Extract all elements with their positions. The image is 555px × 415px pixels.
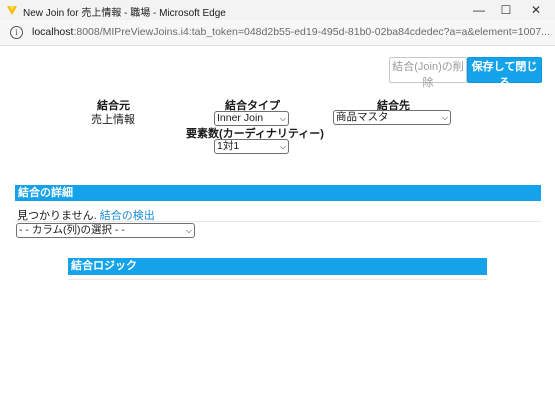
- save-and-close-button[interactable]: 保存して閉じる: [467, 57, 542, 89]
- column-select[interactable]: - - カラム(列)の選択 - - ⌵: [16, 223, 195, 238]
- info-icon[interactable]: i: [10, 26, 23, 39]
- window-title: New Join for 売上情報 - 職場 - Microsoft Edge: [23, 8, 226, 19]
- window-titlebar: New Join for 売上情報 - 職場 - Microsoft Edge …: [0, 0, 555, 20]
- source-value: 売上情報: [91, 114, 135, 126]
- join-details-header: 結合の詳細: [15, 185, 541, 201]
- join-type-value: Inner Join: [217, 112, 264, 124]
- close-button[interactable]: ✕: [521, 0, 551, 20]
- cardinality-value: 1対1: [217, 140, 240, 152]
- column-select-value: - - カラム(列)の選択 - -: [19, 224, 125, 236]
- cardinality-select[interactable]: 1対1 ⌵: [214, 139, 289, 154]
- url-path: :8008/MIPreViewJoins.i4:tab_token=048d2b…: [73, 26, 550, 38]
- divider: [68, 279, 487, 280]
- url-host: localhost: [32, 26, 74, 38]
- url-text[interactable]: localhost:8008/MIPreViewJoins.i4:tab_tok…: [32, 26, 550, 38]
- minimize-button[interactable]: —: [464, 0, 494, 20]
- chevron-down-icon: ⌵: [185, 226, 192, 235]
- address-bar[interactable]: i localhost:8008/MIPreViewJoins.i4:tab_t…: [0, 20, 555, 46]
- join-logic-header: 結合ロジック: [68, 258, 487, 275]
- divider: [15, 221, 541, 222]
- maximize-button[interactable]: ☐: [491, 0, 521, 20]
- chevron-down-icon: ⌵: [279, 142, 286, 151]
- target-select[interactable]: 商品マスタ ⌵: [333, 110, 451, 125]
- join-type-select[interactable]: Inner Join ⌵: [214, 111, 289, 126]
- edge-app-icon: [7, 6, 17, 15]
- delete-join-button[interactable]: 結合(Join)の削除: [389, 57, 467, 89]
- chevron-down-icon: ⌵: [441, 113, 448, 122]
- target-value: 商品マスタ: [336, 111, 389, 123]
- chevron-down-icon: ⌵: [279, 114, 286, 123]
